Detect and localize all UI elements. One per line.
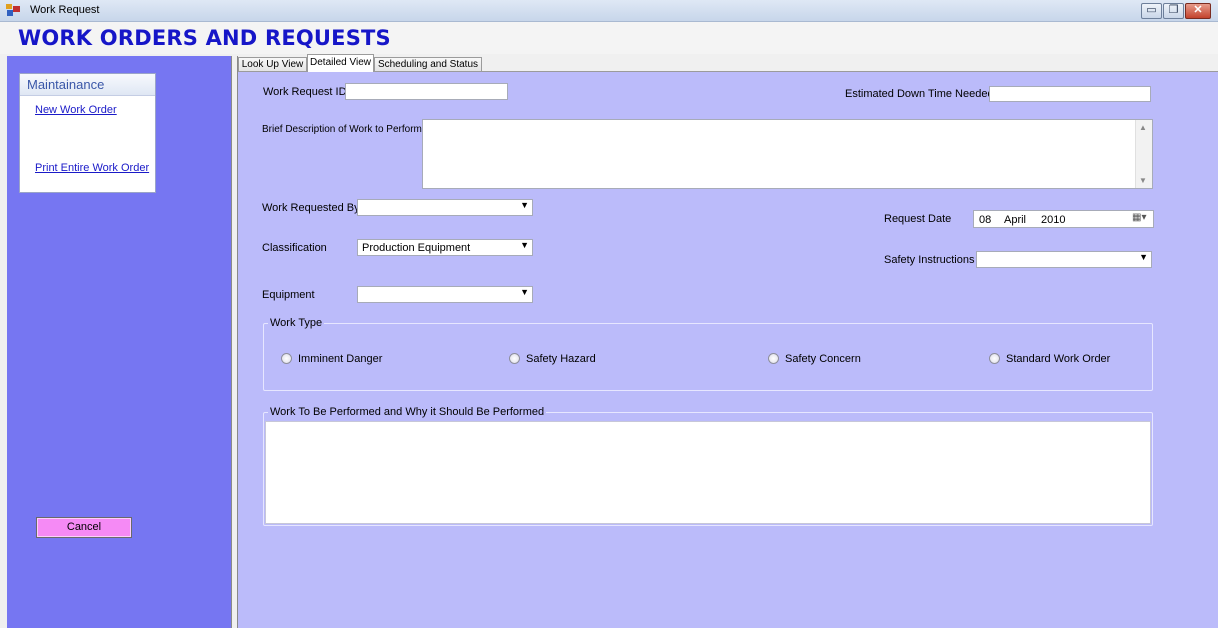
radio-imminent-danger[interactable] [281, 353, 292, 364]
work-performed-textarea[interactable] [265, 421, 1151, 524]
scroll-up-icon[interactable]: ▲ [1139, 123, 1147, 132]
tab-look-up-view[interactable]: Look Up View [238, 57, 307, 71]
dropdown-arrow-icon[interactable]: ▼ [1139, 252, 1148, 262]
request-date-picker[interactable]: 08 April 2010 ▦▾ [973, 210, 1154, 228]
minimize-button[interactable]: ▭ [1141, 3, 1162, 19]
dropdown-arrow-icon[interactable]: ▼ [520, 287, 529, 297]
tab-scheduling-and-status[interactable]: Scheduling and Status [374, 57, 482, 71]
work-performed-legend: Work To Be Performed and Why it Should B… [268, 406, 547, 418]
scroll-down-icon[interactable]: ▼ [1139, 176, 1147, 185]
equipment-combo[interactable]: ▼ [357, 286, 533, 303]
est-down-time-label: Estimated Down Time Needed [845, 88, 994, 100]
date-day[interactable]: 08 [979, 214, 991, 226]
app-icon [6, 4, 20, 17]
calendar-icon[interactable]: ▦▾ [1132, 212, 1146, 223]
classification-label: Classification [262, 242, 327, 254]
work-request-id-label: Work Request ID [263, 86, 347, 98]
description-textarea[interactable] [422, 119, 1153, 189]
window-title: Work Request [30, 4, 100, 16]
requested-by-combo[interactable]: ▼ [357, 199, 533, 216]
classification-combo[interactable]: Production Equipment ▼ [357, 239, 533, 256]
date-year[interactable]: 2010 [1041, 214, 1065, 226]
dropdown-arrow-icon[interactable]: ▼ [520, 200, 529, 210]
safety-instructions-label: Safety Instructions [884, 254, 975, 266]
standard-work-order-label[interactable]: Standard Work Order [1006, 353, 1110, 365]
work-request-id-input[interactable] [345, 83, 508, 100]
classification-value: Production Equipment [362, 242, 471, 254]
print-work-order-link[interactable]: Print Entire Work Order [35, 162, 149, 174]
restore-button[interactable]: ❐ [1163, 3, 1184, 19]
dropdown-arrow-icon[interactable]: ▼ [520, 240, 529, 250]
new-work-order-link[interactable]: New Work Order [35, 104, 117, 116]
radio-standard-work-order[interactable] [989, 353, 1000, 364]
safety-hazard-label[interactable]: Safety Hazard [526, 353, 596, 365]
imminent-danger-label[interactable]: Imminent Danger [298, 353, 382, 365]
description-label: Brief Description of Work to Perform [262, 124, 422, 135]
safety-concern-label[interactable]: Safety Concern [785, 353, 861, 365]
tab-detailed-view[interactable]: Detailed View [307, 54, 374, 72]
work-type-legend: Work Type [268, 317, 325, 329]
page-title: WORK ORDERS AND REQUESTS [18, 26, 391, 50]
nav-section-title: Maintainance [27, 77, 105, 92]
requested-by-label: Work Requested By [262, 202, 360, 214]
cancel-button[interactable]: Cancel [36, 517, 132, 538]
radio-safety-concern[interactable] [768, 353, 779, 364]
date-month[interactable]: April [1004, 214, 1026, 226]
minimize-icon: ▭ [1146, 4, 1157, 16]
close-icon: ✕ [1193, 4, 1203, 16]
safety-instructions-combo[interactable]: ▼ [976, 251, 1152, 268]
restore-icon: ❐ [1168, 4, 1179, 16]
radio-safety-hazard[interactable] [509, 353, 520, 364]
close-button[interactable]: ✕ [1185, 3, 1211, 19]
equipment-label: Equipment [262, 289, 315, 301]
est-down-time-input[interactable] [989, 86, 1151, 102]
splitter[interactable] [231, 56, 238, 628]
request-date-label: Request Date [884, 213, 952, 225]
window-titlebar [0, 0, 1218, 22]
